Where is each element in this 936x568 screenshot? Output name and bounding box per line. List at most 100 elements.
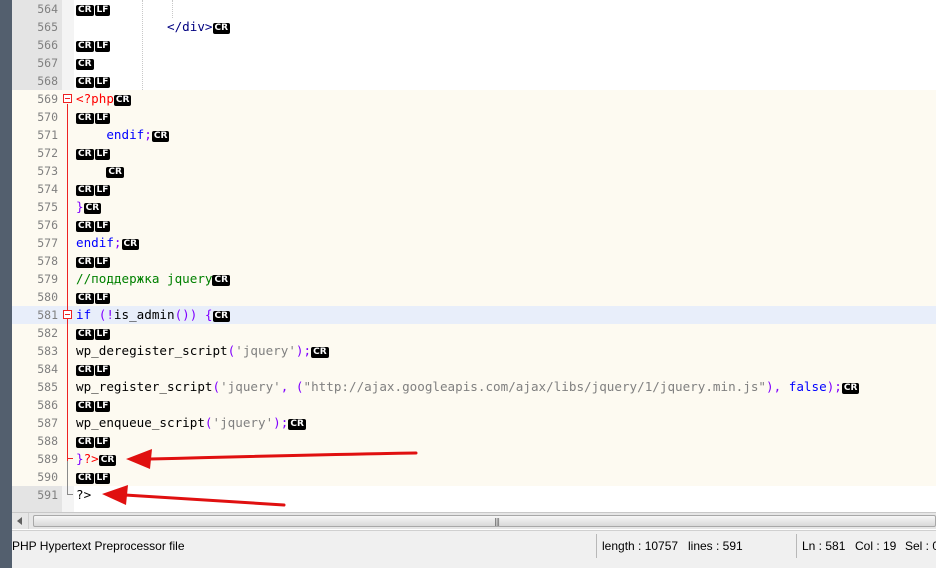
cr-marker-icon: CR <box>212 275 231 286</box>
line-number: 564 <box>37 2 58 16</box>
cr-marker-icon: CR <box>76 257 94 268</box>
code-token: } <box>76 199 84 214</box>
code-token: //поддержка jquery <box>76 271 213 286</box>
cr-marker-icon: CR <box>76 185 94 196</box>
status-separator <box>596 534 597 558</box>
code-text: CR LF <box>76 72 111 90</box>
code-text: wp_deregister_script('jquery'); CR <box>76 342 329 360</box>
code-line[interactable]: 586 CR LF <box>12 396 936 414</box>
code-line[interactable]: 581 if (!is_admin()) {CR <box>12 306 936 324</box>
cr-marker-icon: CR <box>76 5 94 16</box>
code-line[interactable]: 582 CR LF <box>12 324 936 342</box>
code-line[interactable]: 589}?> CR <box>12 450 936 468</box>
cr-marker-icon: CR <box>106 167 124 178</box>
fold-end-php-block <box>67 494 73 495</box>
lf-marker-icon: LF <box>94 149 111 160</box>
line-number: 582 <box>37 326 58 340</box>
code-line[interactable]: 590 CR LF <box>12 468 936 486</box>
code-line[interactable]: 579 //поддержка jquery CR <box>12 270 936 288</box>
selection-length: Sel : 0 <box>905 539 936 553</box>
line-number: 583 <box>37 344 58 358</box>
code-line[interactable]: 587 wp_enqueue_script('jquery'); CR <box>12 414 936 432</box>
scroll-left-arrow-icon[interactable] <box>12 513 29 529</box>
file-type-label: PHP Hypertext Preprocessor file <box>12 539 185 553</box>
code-line[interactable]: 572 CR LF <box>12 144 936 162</box>
cr-marker-icon: CR <box>212 23 231 34</box>
code-token: "http://ajax.googleapis.com/ajax/libs/jq… <box>303 379 767 394</box>
cr-marker-icon: CR <box>151 131 170 142</box>
cr-marker-icon: CR <box>76 437 94 448</box>
code-token: } <box>76 451 84 466</box>
line-number: 566 <box>37 38 58 52</box>
line-number: 587 <box>37 416 58 430</box>
line-number: 576 <box>37 218 58 232</box>
code-line[interactable]: 566 CR LF <box>12 36 936 54</box>
lf-marker-icon: LF <box>94 77 111 88</box>
fold-line-tail <box>67 461 68 495</box>
lf-marker-icon: LF <box>94 365 111 376</box>
code-text: CR LF <box>76 360 111 378</box>
cr-marker-icon: CR <box>76 77 94 88</box>
code-line[interactable]: 564 CR LF <box>12 0 936 18</box>
code-line[interactable]: 575} CR <box>12 198 936 216</box>
code-line[interactable]: 584 CR LF <box>12 360 936 378</box>
status-bar: PHP Hypertext Preprocessor file length :… <box>12 530 936 568</box>
horizontal-scroll-thumb[interactable]: ||| <box>33 515 936 527</box>
code-line[interactable]: 571 endif; CR <box>12 126 936 144</box>
code-token: ); <box>295 343 312 358</box>
code-text: endif; CR <box>76 234 140 252</box>
cr-marker-icon: CR <box>311 347 329 358</box>
code-text: CR LF <box>76 396 111 414</box>
line-number: 577 <box>37 236 58 250</box>
code-text: CR LF <box>76 144 111 162</box>
code-line[interactable]: 565 </div> CR <box>12 18 936 36</box>
code-token: 'jquery' <box>235 343 296 358</box>
lf-marker-icon: LF <box>94 257 111 268</box>
code-token: endif <box>106 127 145 142</box>
code-editor[interactable]: 564 CR LF 565 </div> CR 566 CR LF 567 CR 568 CR LF 56… <box>0 0 936 512</box>
cr-marker-icon: CR <box>76 365 94 376</box>
code-line[interactable]: 580 CR LF <box>12 288 936 306</box>
code-line[interactable]: 588 CR LF <box>12 432 936 450</box>
code-line[interactable]: 577 endif; CR <box>12 234 936 252</box>
cr-marker-icon: CR <box>83 203 102 214</box>
code-line[interactable]: 585 wp_register_script('jquery', ("http:/… <box>12 378 936 396</box>
code-token: (! <box>91 307 114 322</box>
line-number: 572 <box>37 146 58 160</box>
code-token: endif <box>76 235 114 250</box>
code-token: ); <box>826 379 842 394</box>
lf-marker-icon: LF <box>94 329 111 340</box>
line-number: 579 <box>37 272 58 286</box>
code-line[interactable]: 574 CR LF <box>12 180 936 198</box>
line-number: 588 <box>37 434 58 448</box>
cursor-line: Ln : 581 <box>802 539 846 553</box>
code-line[interactable]: 570 CR LF <box>12 108 936 126</box>
cr-marker-icon: CR <box>76 221 94 232</box>
indent-guide <box>172 0 173 18</box>
code-token: <?php <box>76 91 114 106</box>
fold-toggle-php-block[interactable] <box>63 94 72 103</box>
code-text: wp_register_script('jquery', ("http://aj… <box>76 378 860 396</box>
code-text: CR LF <box>76 288 111 306</box>
code-line[interactable]: 578 CR LF <box>12 252 936 270</box>
code-line[interactable]: 591 ?> <box>12 486 936 504</box>
code-token: wp_enqueue_script <box>76 415 205 430</box>
code-token: is_admin <box>113 307 175 322</box>
code-token: </div> <box>167 19 213 34</box>
fold-line-php-block <box>67 104 68 461</box>
code-line[interactable]: 583 wp_deregister_script('jquery'); CR <box>12 342 936 360</box>
code-token: false <box>788 379 827 394</box>
fold-toggle-if-block[interactable] <box>63 310 72 319</box>
line-number: 570 <box>37 110 58 124</box>
code-line[interactable]: 573 CR <box>12 162 936 180</box>
horizontal-scrollbar[interactable]: ||| <box>12 512 936 529</box>
code-line[interactable]: 576 CR LF <box>12 216 936 234</box>
code-line[interactable]: 568 CR LF <box>12 72 936 90</box>
code-token: ()) { <box>174 307 213 322</box>
code-line[interactable]: 567 CR <box>12 54 936 72</box>
code-line[interactable]: 569 <?php CR <box>12 90 936 108</box>
code-text: } CR <box>76 198 102 216</box>
cr-marker-icon: CR <box>113 95 132 106</box>
cr-marker-icon: CR <box>841 383 860 394</box>
